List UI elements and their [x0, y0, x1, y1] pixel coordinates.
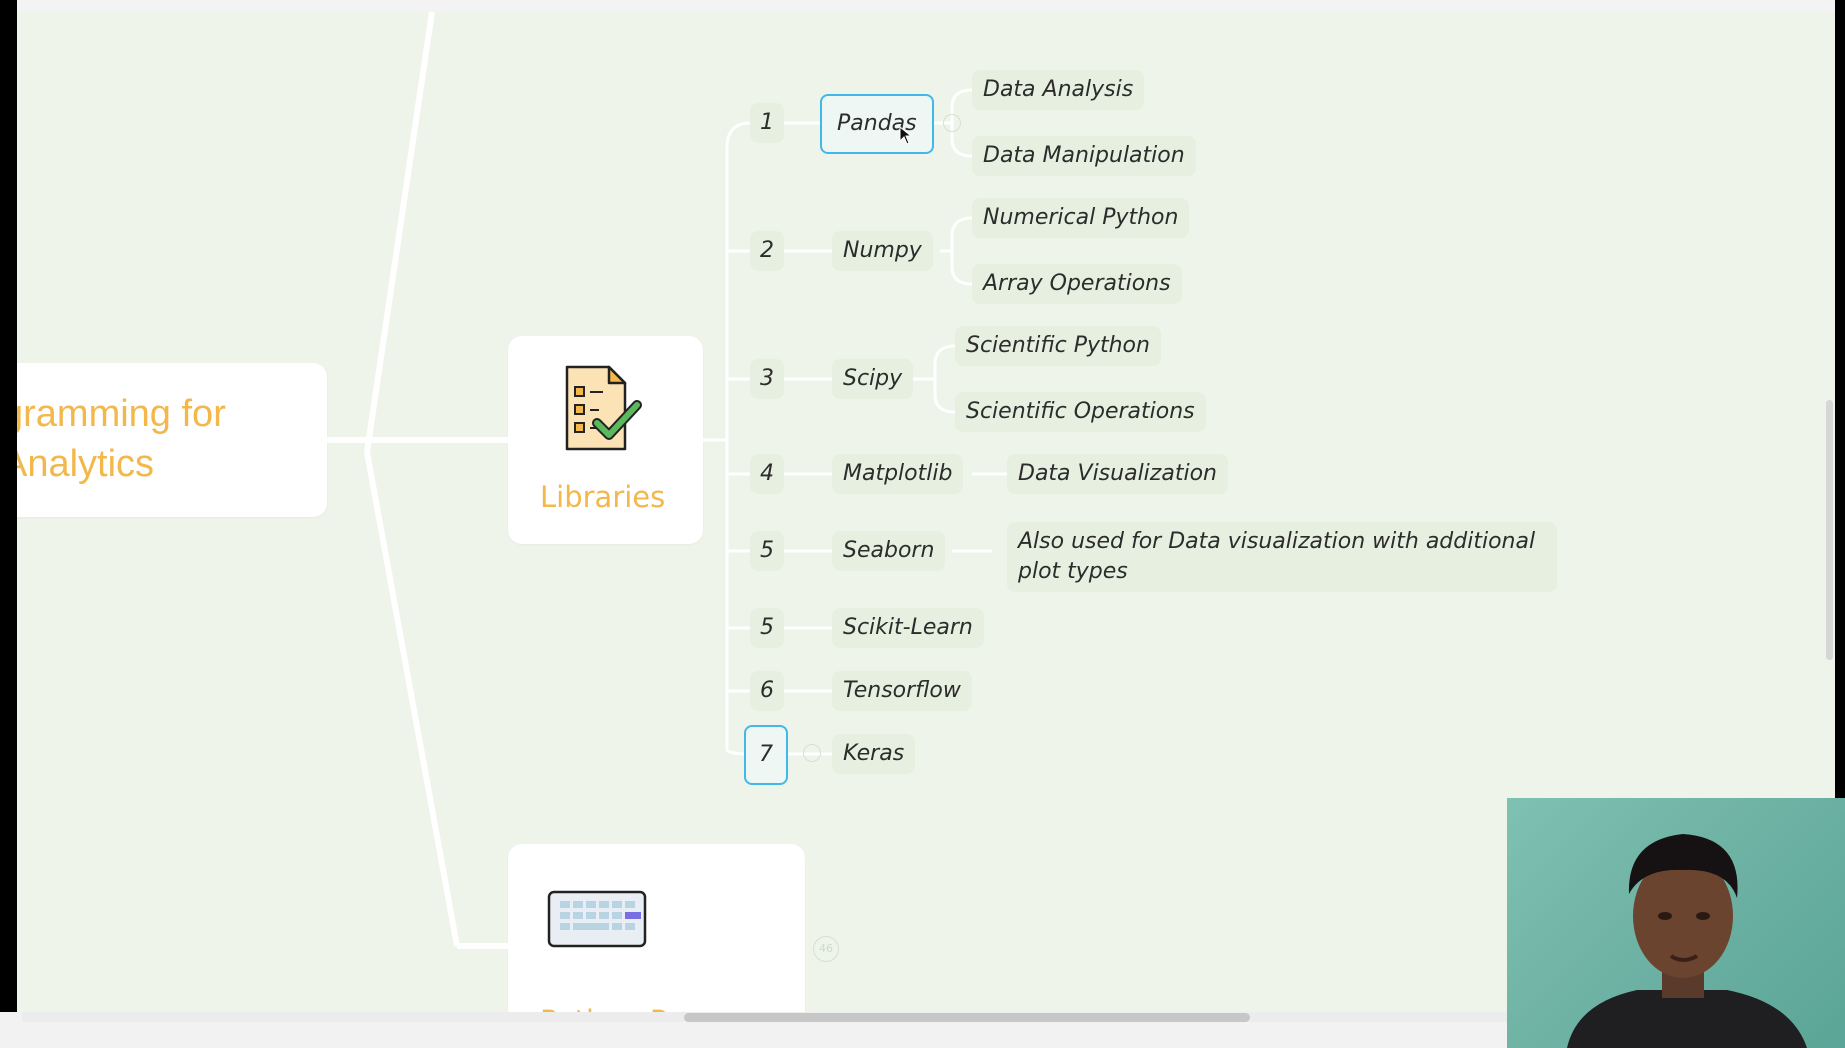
libraries-label: Libraries	[540, 480, 666, 514]
node-pandas[interactable]: Pandas	[820, 94, 934, 154]
root-topic-card[interactable]: gramming for Analytics	[17, 363, 327, 517]
root-topic-line2: Analytics	[17, 443, 155, 485]
libraries-topic-card[interactable]: Libraries	[508, 336, 703, 544]
collapsed-count-badge[interactable]: 46	[813, 936, 839, 962]
item-number[interactable]: 3	[750, 359, 784, 399]
collapse-toggle[interactable]	[943, 114, 961, 132]
child-node[interactable]: Scientific Python	[955, 326, 1161, 366]
horizontal-scrollbar-thumb[interactable]	[684, 1013, 1250, 1022]
node-keras[interactable]: Keras	[832, 734, 916, 774]
child-node[interactable]: Data Visualization	[1007, 454, 1228, 494]
mouse-cursor-icon	[899, 125, 913, 150]
presenter-webcam-overlay	[1507, 798, 1845, 1048]
python-program-card[interactable]: Python Program	[508, 844, 805, 1012]
item-number-selected[interactable]: 7	[744, 725, 788, 785]
root-topic-line1: gramming for	[17, 393, 226, 435]
keyboard-icon	[547, 890, 647, 952]
collapse-toggle[interactable]	[803, 744, 821, 762]
item-number[interactable]: 2	[750, 231, 784, 271]
node-tensorflow[interactable]: Tensorflow	[832, 671, 972, 711]
node-scipy[interactable]: Scipy	[832, 359, 914, 399]
python-program-label: Python Program	[540, 1004, 772, 1012]
node-scikit-learn[interactable]: Scikit-Learn	[832, 608, 984, 648]
item-number[interactable]: 6	[750, 671, 784, 711]
child-node[interactable]: Scientific Operations	[955, 392, 1206, 432]
child-node[interactable]: Numerical Python	[972, 198, 1190, 238]
child-node[interactable]: Data Manipulation	[972, 136, 1196, 176]
item-number[interactable]: 1	[750, 103, 784, 143]
checklist-document-icon	[563, 363, 643, 457]
child-node[interactable]: Also used for Data visualization with ad…	[1007, 522, 1557, 592]
item-number[interactable]: 5	[750, 531, 784, 571]
node-matplotlib[interactable]: Matplotlib	[832, 454, 964, 494]
node-seaborn[interactable]: Seaborn	[832, 531, 946, 571]
child-node[interactable]: Array Operations	[972, 264, 1182, 304]
vertical-scrollbar[interactable]	[1826, 400, 1833, 660]
item-number[interactable]: 4	[750, 454, 784, 494]
node-numpy[interactable]: Numpy	[832, 231, 933, 271]
item-number[interactable]: 5	[750, 608, 784, 648]
child-node[interactable]: Data Analysis	[972, 70, 1145, 110]
